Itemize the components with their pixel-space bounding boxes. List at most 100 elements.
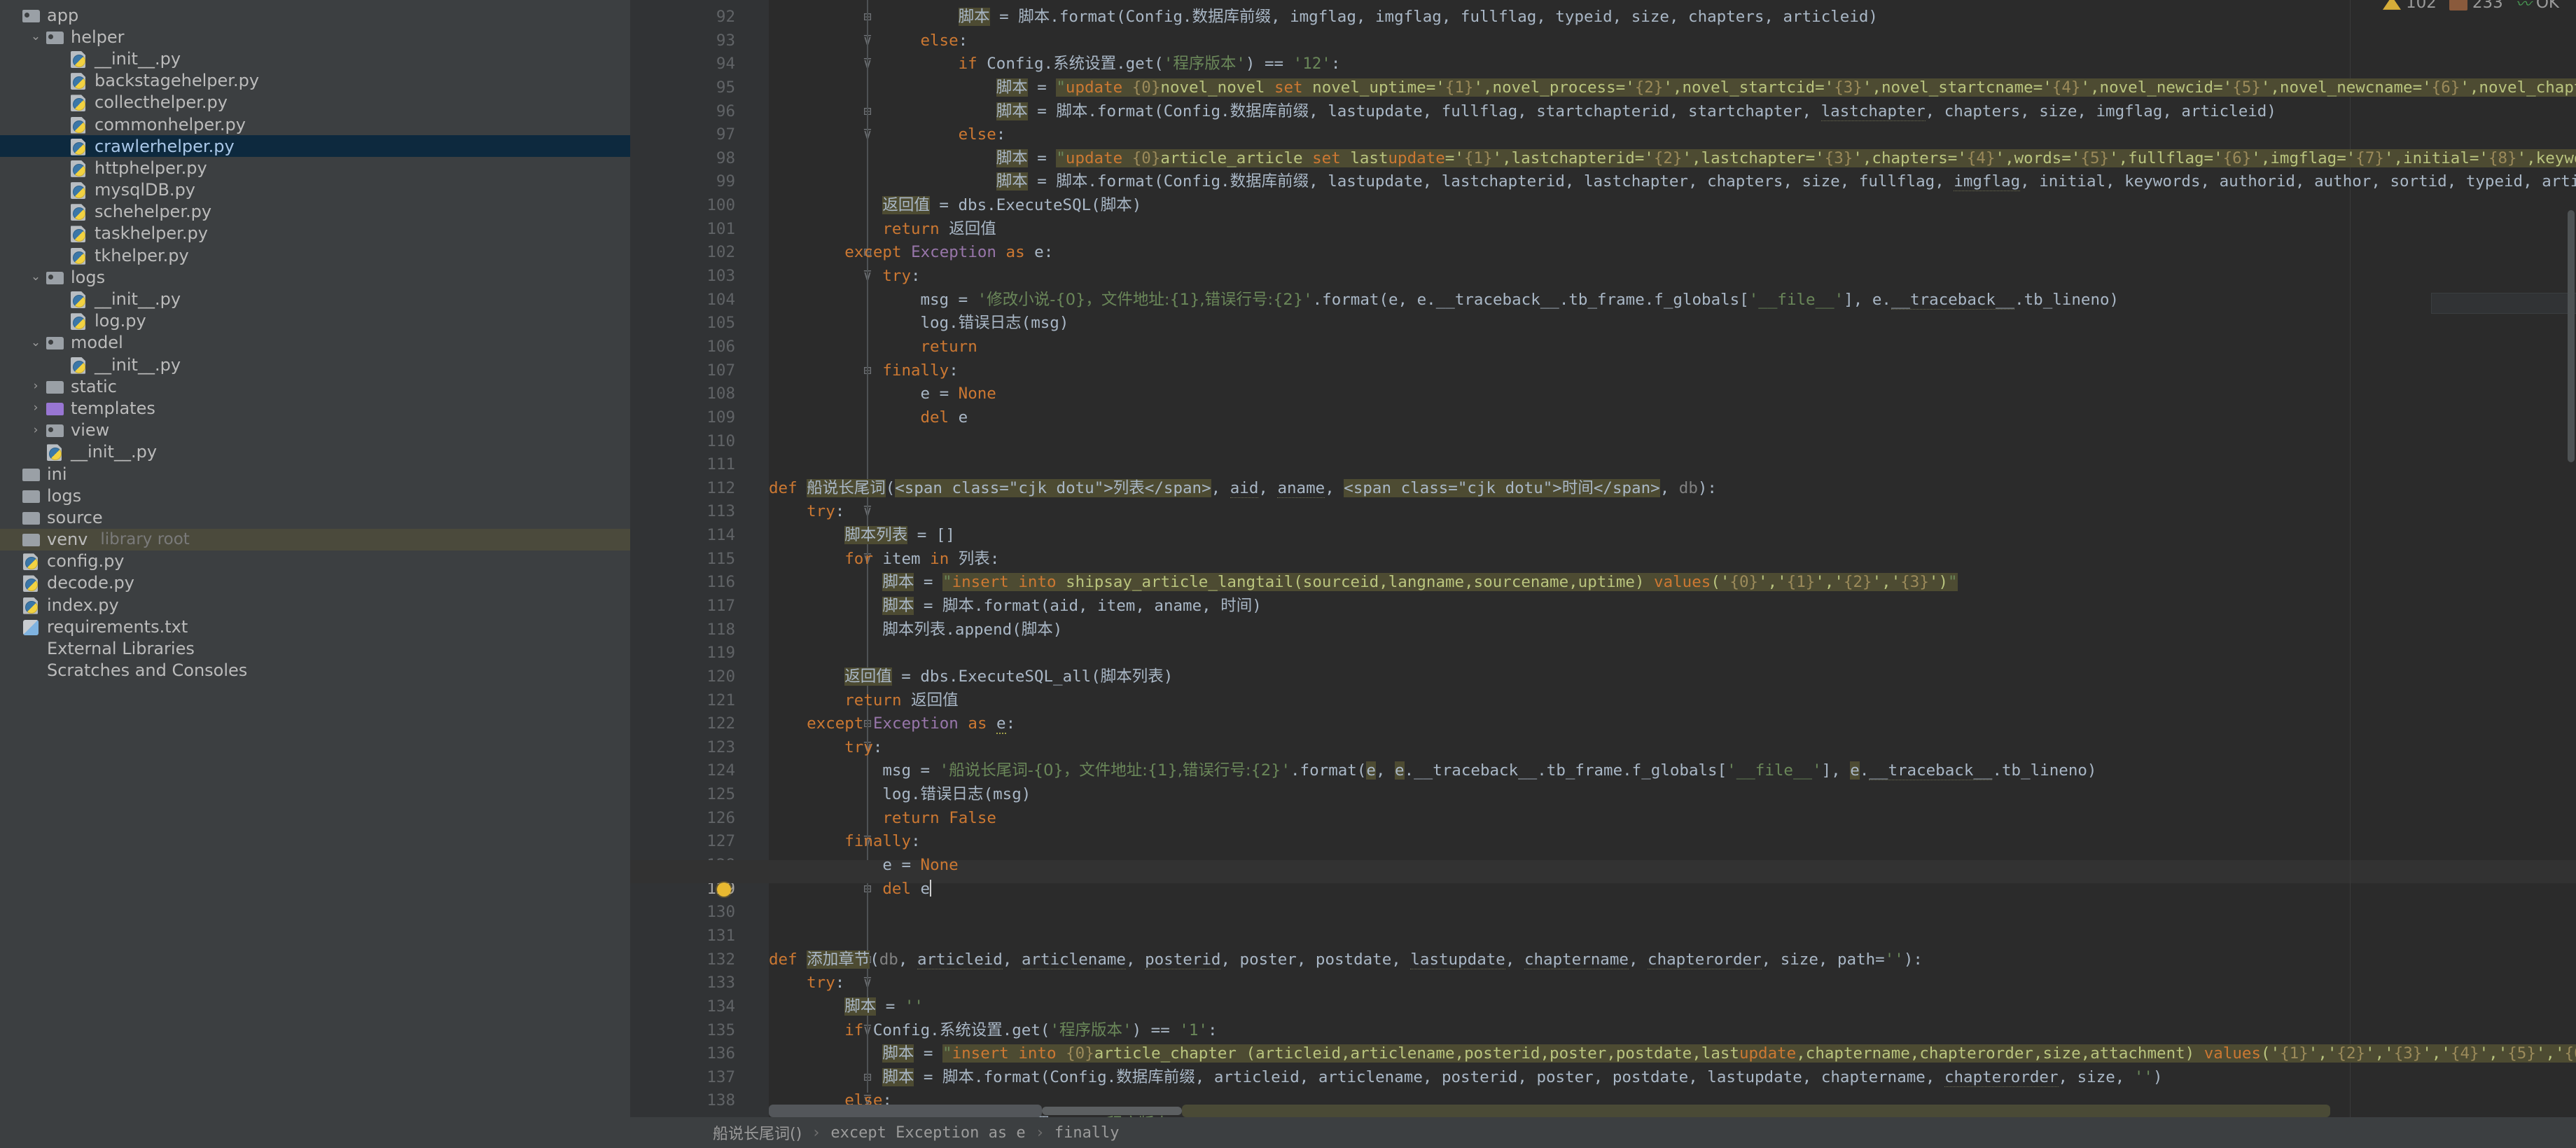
code-line-93[interactable]: else:: [920, 29, 968, 53]
line-number: 105: [630, 312, 735, 336]
code-line-123[interactable]: try:: [844, 736, 882, 760]
code-line-113[interactable]: try:: [807, 500, 844, 524]
chevron-right-icon[interactable]: ›: [27, 424, 45, 436]
code-line-107[interactable]: finally:: [882, 359, 958, 383]
code-line-95[interactable]: 脚本 = "update {0}novel_novel set novel_up…: [996, 76, 2576, 100]
tree-item-index-py[interactable]: index.py: [0, 594, 630, 616]
inspection-widget[interactable]: 102 233 〰 OK: [2383, 0, 2559, 14]
tree-item-requirements-txt[interactable]: requirements.txt: [0, 616, 630, 637]
tree-item-view[interactable]: ›view: [0, 420, 630, 441]
code-line-129[interactable]: del e: [882, 878, 931, 901]
vertical-scroll-thumb[interactable]: [2568, 210, 2575, 462]
editor-vertical-scrollbar[interactable]: [2566, 0, 2576, 1148]
tree-item-scratches-and-consoles[interactable]: Scratches and Consoles: [0, 660, 630, 682]
code-line-92[interactable]: 脚本 = 脚本.format(Config.数据库前缀, imgflag, im…: [959, 6, 1878, 29]
tree-item--init-py[interactable]: __init__.py: [0, 288, 630, 310]
code-line-100[interactable]: 返回值 = dbs.ExecuteSQL(脚本): [882, 194, 1141, 218]
tree-item-httphelper-py[interactable]: httphelper.py: [0, 157, 630, 179]
tree-item--init-py[interactable]: __init__.py: [0, 48, 630, 69]
fold-gutter[interactable]: ⊟⊽⊽⊟⊽⊟⊽⊟⊟⊽⊽⊟⊽⊽⊟⊟⊽⊽⊟⊽⊽: [742, 0, 769, 1148]
code-line-136[interactable]: 脚本 = "insert into {0}article_chapter (ar…: [882, 1042, 2576, 1066]
code-line-114[interactable]: 脚本列表 = []: [844, 524, 955, 548]
tree-item-crawlerhelper-py[interactable]: crawlerhelper.py: [0, 135, 630, 157]
code-line-103[interactable]: try:: [882, 265, 920, 289]
tree-item-config-py[interactable]: config.py: [0, 551, 630, 572]
code-line-96[interactable]: 脚本 = 脚本.format(Config.数据库前缀, lastupdate,…: [996, 100, 2276, 124]
code-line-98[interactable]: 脚本 = "update {0}article_article set last…: [996, 147, 2576, 171]
code-line-122[interactable]: except Exception as e:: [807, 712, 1015, 736]
tree-item-mysqldb-py[interactable]: mysqlDB.py: [0, 179, 630, 201]
text-file-icon: [21, 618, 42, 636]
code-line-125[interactable]: log.错误日志(msg): [882, 783, 1031, 807]
intention-bulb-icon[interactable]: [717, 883, 731, 897]
code-line-128[interactable]: e = None: [882, 854, 958, 878]
code-line-121[interactable]: return 返回值: [844, 689, 958, 713]
chevron-down-icon[interactable]: ⌄: [27, 337, 45, 349]
code-line-124[interactable]: msg = '船说长尾词-{0}，文件地址:{1},错误行号:{2}'.form…: [882, 759, 2096, 783]
tree-item-static[interactable]: ›static: [0, 375, 630, 397]
tree-item-backstagehelper-py[interactable]: backstagehelper.py: [0, 70, 630, 92]
line-number: 107: [630, 359, 735, 383]
editor-horizontal-scrollbar[interactable]: [769, 1105, 2566, 1117]
code-line-132[interactable]: def 添加章节(db, articleid, articlename, pos…: [769, 948, 1923, 972]
code-line-115[interactable]: for item in 列表:: [844, 548, 999, 572]
python-file-icon: [21, 596, 42, 614]
tree-item-commonhelper-py[interactable]: commonhelper.py: [0, 113, 630, 135]
tree-item-external-libraries[interactable]: External Libraries: [0, 637, 630, 659]
code-line-127[interactable]: finally:: [844, 830, 920, 854]
tree-item-source[interactable]: source: [0, 506, 630, 528]
tree-item-model[interactable]: ⌄model: [0, 332, 630, 354]
line-number: 100: [630, 194, 735, 218]
tree-item--init-py[interactable]: __init__.py: [0, 354, 630, 375]
code-line-101[interactable]: return 返回值: [882, 218, 996, 242]
tree-item-collecthelper-py[interactable]: collecthelper.py: [0, 92, 630, 113]
code-line-99[interactable]: 脚本 = 脚本.format(Config.数据库前缀, lastupdate,…: [996, 170, 2576, 194]
code-line-117[interactable]: 脚本 = 脚本.format(aid, item, aname, 时间): [882, 595, 1261, 618]
code-line-112[interactable]: def 船说长尾词(<span class="cjk dotu">列表</spa…: [769, 477, 1717, 501]
breadcrumb-item[interactable]: 船说长尾词(): [713, 1121, 802, 1144]
project-tree-panel[interactable]: app⌄helper__init__.pybackstagehelper.pyc…: [0, 0, 630, 1148]
code-line-120[interactable]: 返回值 = dbs.ExecuteSQL_all(脚本列表): [844, 665, 1173, 689]
chevron-right-icon[interactable]: ›: [27, 402, 45, 414]
code-line-134[interactable]: 脚本 = '': [844, 995, 924, 1019]
code-text[interactable]: 脚本 = 脚本.format(Config.数据库前缀, imgflag, im…: [769, 0, 2576, 1148]
code-line-104[interactable]: msg = '修改小说-{0}，文件地址:{1},错误行号:{2}'.forma…: [920, 289, 2119, 312]
breadcrumb-item[interactable]: finally: [1054, 1124, 1120, 1142]
chevron-down-icon[interactable]: ⌄: [27, 31, 45, 43]
code-line-118[interactable]: 脚本列表.append(脚本): [882, 618, 1062, 642]
code-line-106[interactable]: return: [920, 336, 977, 359]
tree-item-templates[interactable]: ›templates: [0, 397, 630, 419]
line-number: 111: [630, 453, 735, 477]
chevron-down-icon[interactable]: ⌄: [27, 271, 45, 283]
tree-item--init-py[interactable]: __init__.py: [0, 441, 630, 463]
tree-item-venv[interactable]: venvlibrary root: [0, 529, 630, 551]
breadcrumb-item[interactable]: except Exception as e: [830, 1124, 1025, 1142]
tree-item-log-py[interactable]: log.py: [0, 310, 630, 332]
code-line-137[interactable]: 脚本 = 脚本.format(Config.数据库前缀, articleid, …: [882, 1066, 2162, 1090]
code-line-97[interactable]: else:: [959, 123, 1006, 147]
tree-item-logs[interactable]: logs: [0, 485, 630, 506]
analysis-icon: 〰: [2516, 0, 2531, 14]
code-line-105[interactable]: log.错误日志(msg): [920, 312, 1068, 336]
code-line-102[interactable]: except Exception as e:: [844, 241, 1053, 265]
code-editor[interactable]: 9293949596979899100101102103104105106107…: [630, 0, 2576, 1148]
code-line-116[interactable]: 脚本 = "insert into shipsay_article_langta…: [882, 571, 1957, 595]
code-line-126[interactable]: return False: [882, 807, 996, 831]
code-line-135[interactable]: if Config.系统设置.get('程序版本') == '1':: [844, 1019, 1217, 1043]
tree-item-logs[interactable]: ⌄logs: [0, 266, 630, 288]
code-line-109[interactable]: del e: [920, 406, 968, 430]
horizontal-scroll-thumb[interactable]: [1042, 1107, 1182, 1115]
code-line-94[interactable]: if Config.系统设置.get('程序版本') == '12':: [959, 53, 1341, 76]
tree-item-schehelper-py[interactable]: schehelper.py: [0, 201, 630, 223]
chevron-right-icon[interactable]: ›: [27, 380, 45, 392]
tree-item-decode-py[interactable]: decode.py: [0, 572, 630, 594]
tree-item-app[interactable]: app: [0, 4, 630, 26]
tree-item-ini[interactable]: ini: [0, 463, 630, 485]
tree-item-taskhelper-py[interactable]: taskhelper.py: [0, 223, 630, 244]
tree-item-tkhelper-py[interactable]: tkhelper.py: [0, 244, 630, 266]
code-line-133[interactable]: try:: [807, 971, 844, 995]
line-number: 136: [630, 1042, 735, 1066]
breadcrumb-bar[interactable]: 船说长尾词()›except Exception as e›finally: [630, 1117, 2576, 1148]
code-line-108[interactable]: e = None: [920, 382, 996, 406]
tree-item-helper[interactable]: ⌄helper: [0, 26, 630, 48]
